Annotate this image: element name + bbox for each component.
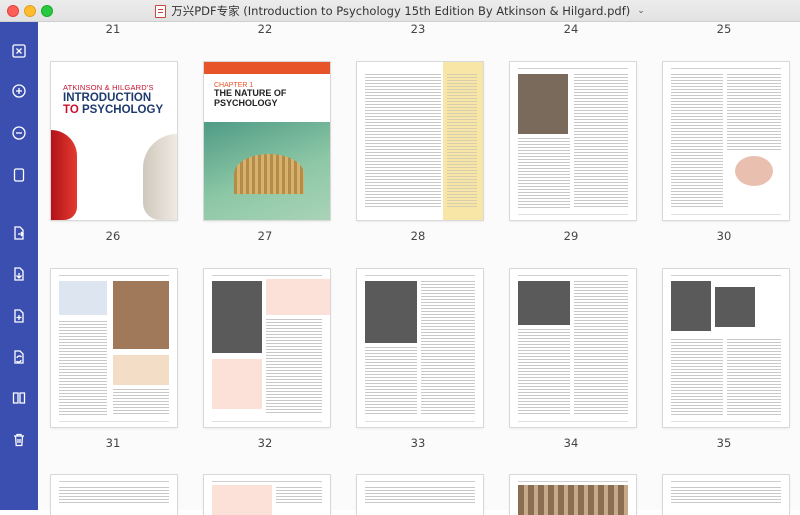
add-page-icon [14, 309, 24, 323]
page-number: 30 [716, 229, 732, 243]
page-thumbnail[interactable] [510, 269, 636, 427]
delete-page-icon [14, 433, 24, 447]
replace-page-button[interactable] [7, 345, 31, 369]
page-thumbnail[interactable] [510, 62, 636, 220]
cover-title: ATKINSON & HILGARD'S INTRODUCTION TO PSY… [63, 84, 163, 116]
page-number: 29 [563, 229, 579, 243]
page-number: 26 [105, 229, 121, 243]
chapter-banner [204, 62, 330, 74]
zoom-in-button[interactable] [7, 79, 31, 103]
cover-title-line1: INTRODUCTION [63, 91, 152, 104]
cover-subtitle: ATKINSON & HILGARD'S [63, 83, 154, 92]
page-thumbnail[interactable] [663, 62, 789, 220]
cover-red-face [51, 130, 77, 220]
page-number: 24 [563, 22, 579, 36]
blank-page-icon [13, 168, 25, 182]
page-number: 22 [257, 22, 273, 36]
page-thumbnail[interactable] [51, 269, 177, 427]
replace-page-icon [14, 350, 24, 364]
page-thumbnail[interactable] [204, 269, 330, 427]
cover-title-psychology: PSYCHOLOGY [81, 103, 164, 116]
chapter-illustration-wheel [234, 154, 304, 194]
page-number: 31 [105, 436, 121, 450]
page-number: 28 [410, 229, 426, 243]
chevron-down-icon: ⌄ [637, 6, 645, 16]
page-thumbnail[interactable]: ATKINSON & HILGARD'S INTRODUCTION TO PSY… [51, 62, 177, 220]
cover-title-to: TO [63, 103, 79, 116]
close-pane-icon [12, 44, 26, 58]
page-thumbnail[interactable] [204, 475, 330, 515]
delete-page-button[interactable] [7, 428, 31, 452]
page-thumbnail[interactable] [357, 269, 483, 427]
page-thumbnail[interactable] [510, 475, 636, 515]
insert-page-icon [14, 267, 24, 281]
pdf-document-icon [155, 4, 167, 18]
page-thumbnail[interactable] [357, 475, 483, 515]
cover-white-face [143, 134, 177, 220]
chapter-heading: CHAPTER 1 THE NATURE OF PSYCHOLOGY [214, 82, 286, 109]
chapter-name-line2: PSYCHOLOGY [214, 97, 278, 108]
page-number: 27 [257, 229, 273, 243]
page-thumbnail[interactable] [357, 62, 483, 220]
page-number: 32 [257, 436, 273, 450]
insert-page-button[interactable] [7, 262, 31, 286]
split-page-icon [12, 392, 26, 404]
page-number: 21 [105, 22, 121, 36]
split-page-button[interactable] [7, 386, 31, 410]
page-thumbnail[interactable] [663, 475, 789, 515]
close-pane-button[interactable] [7, 39, 31, 63]
extract-page-icon [14, 226, 24, 240]
fit-page-button[interactable] [7, 163, 31, 187]
title-bar: 万兴PDF专家 (Introduction to Psychology 15th… [0, 0, 800, 22]
page-thumbnail-grid[interactable]: 21 22 23 24 25 ATKINSON & HILGARD'S INTR… [38, 22, 800, 515]
zoom-in-icon [12, 84, 26, 98]
add-page-button[interactable] [7, 304, 31, 328]
window-title-group[interactable]: 万兴PDF专家 (Introduction to Psychology 15th… [0, 0, 800, 22]
zoom-out-button[interactable] [7, 121, 31, 145]
page-number: 34 [563, 436, 579, 450]
page-number: 25 [716, 22, 732, 36]
zoom-out-icon [12, 126, 26, 140]
page-number: 33 [410, 436, 426, 450]
page-thumbnail[interactable]: CHAPTER 1 THE NATURE OF PSYCHOLOGY [204, 62, 330, 220]
window-title: 万兴PDF专家 (Introduction to Psychology 15th… [171, 4, 631, 18]
page-number: 23 [410, 22, 426, 36]
extract-page-button[interactable] [7, 221, 31, 245]
page-tools-sidebar [0, 22, 38, 510]
page-number: 35 [716, 436, 732, 450]
page-thumbnail[interactable] [663, 269, 789, 427]
page-thumbnail[interactable] [51, 475, 177, 515]
